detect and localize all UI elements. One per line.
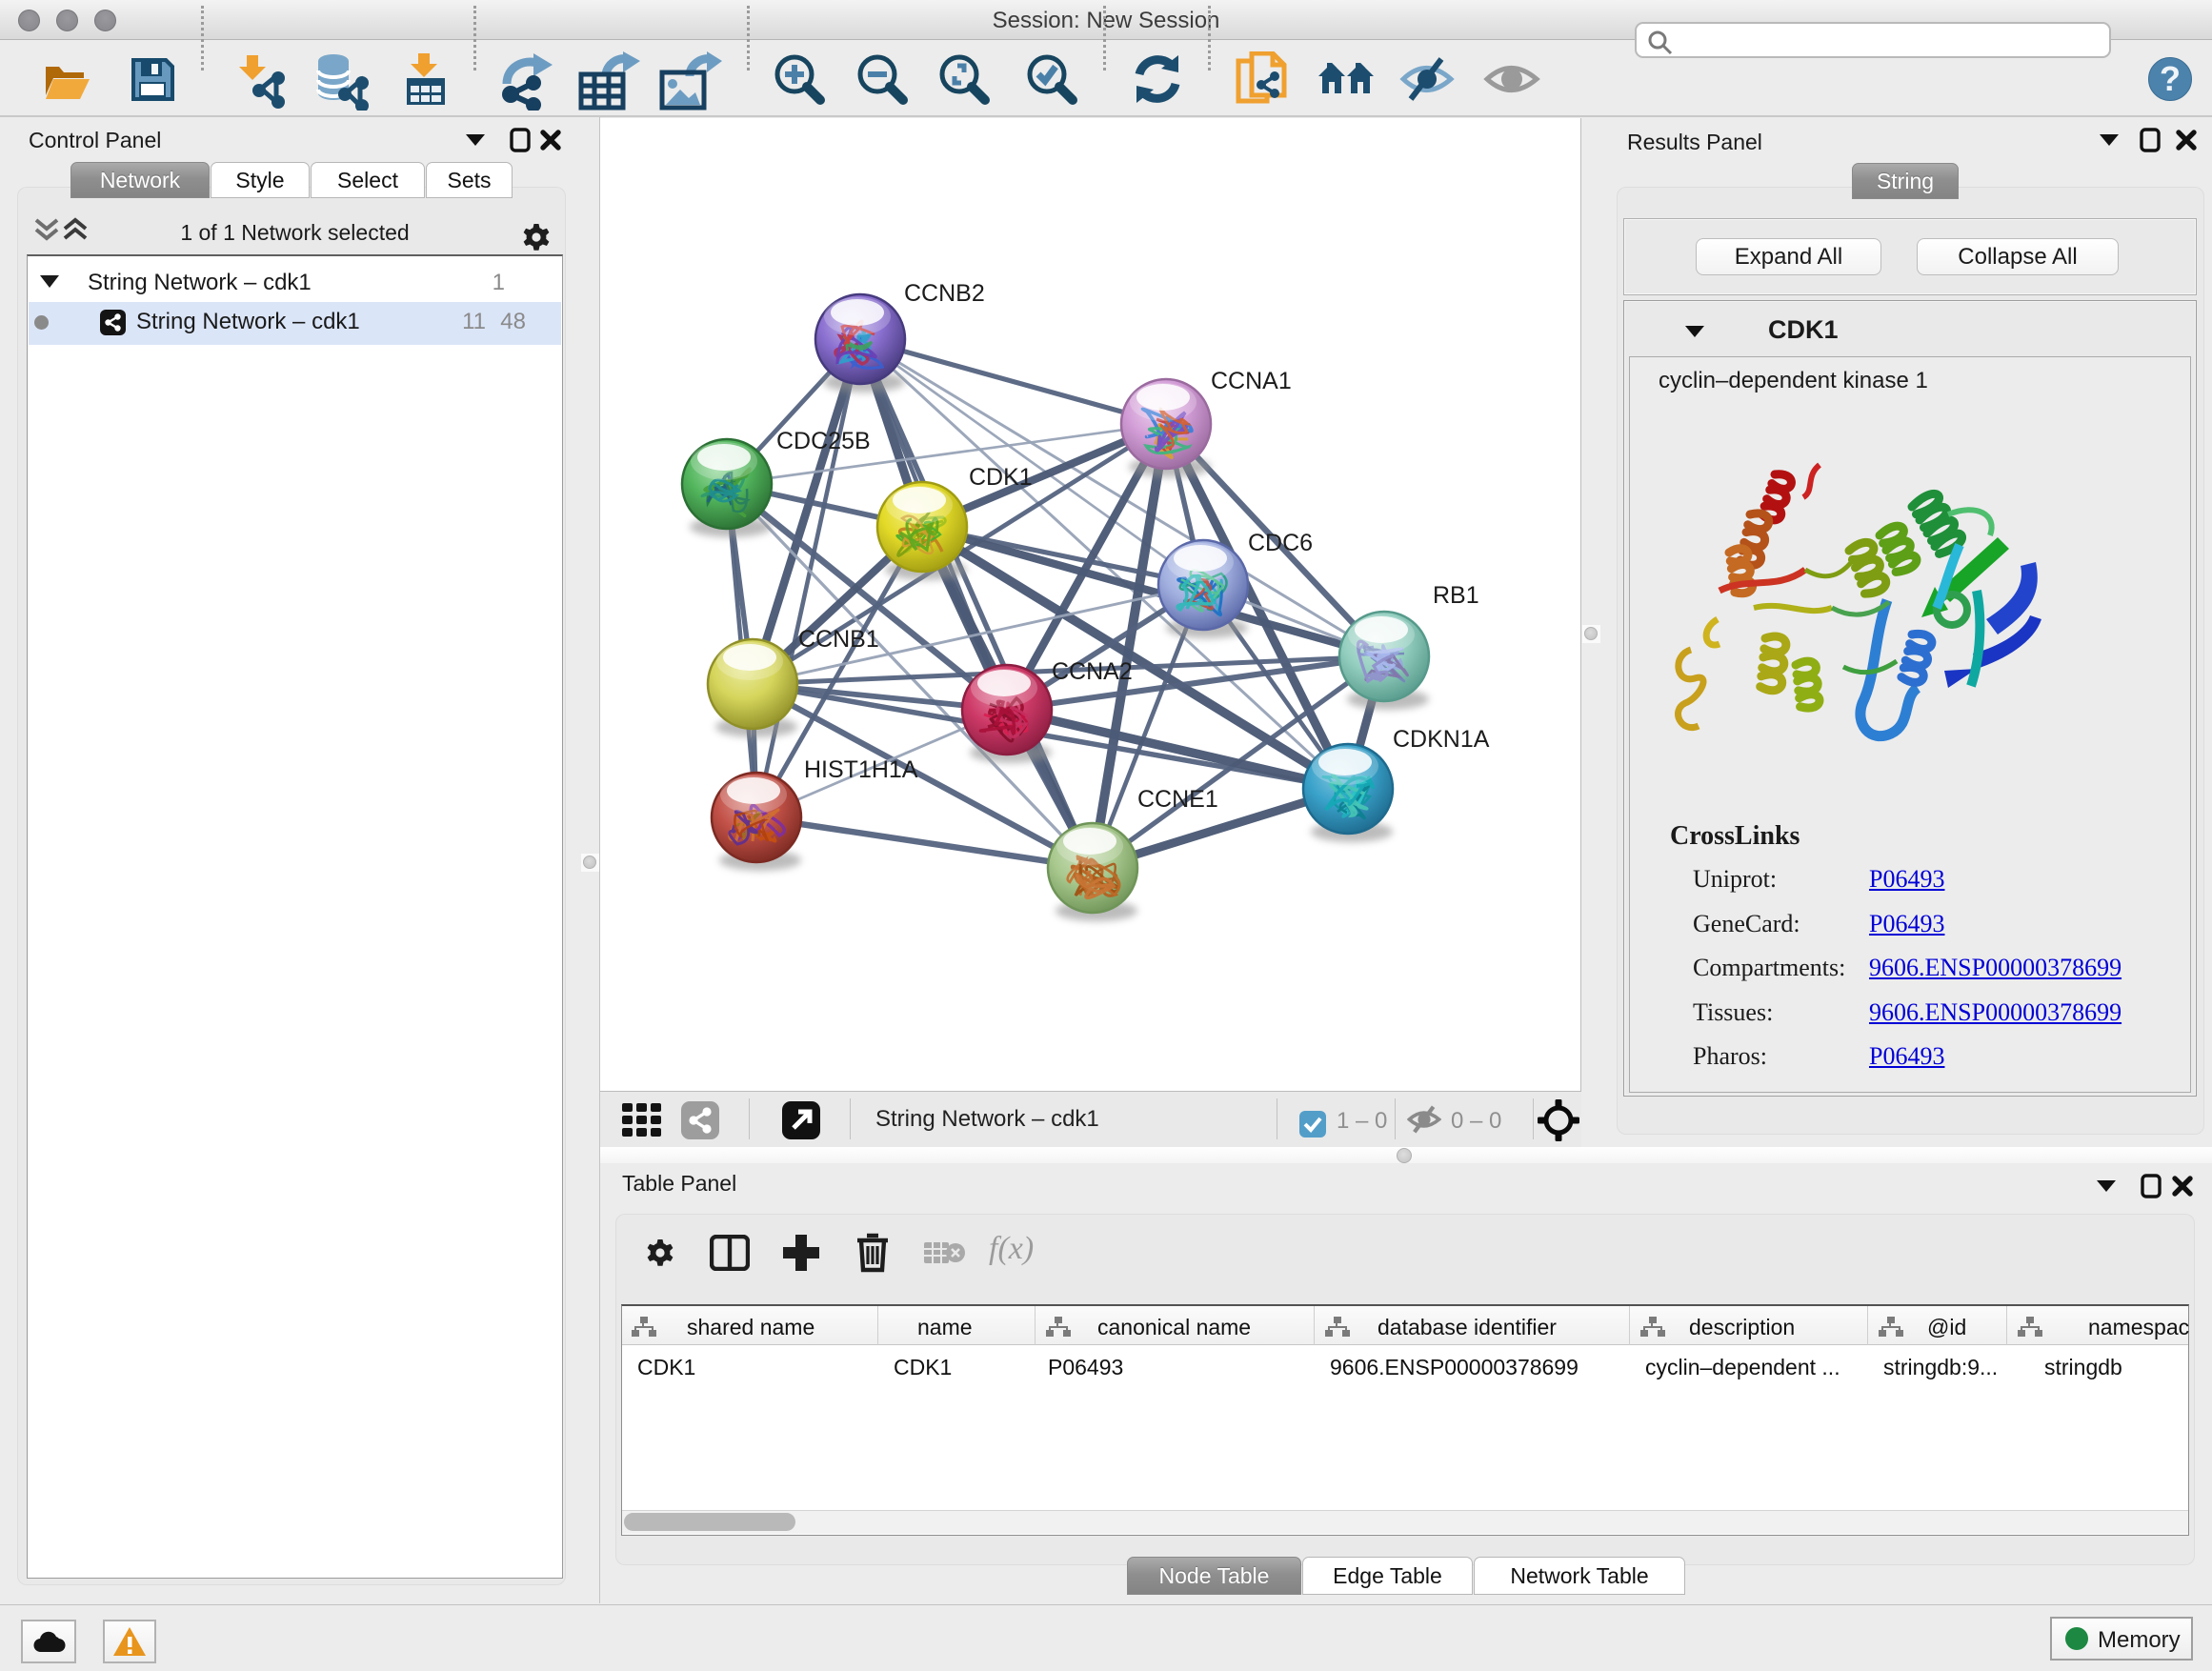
- svg-text:CDKN1A: CDKN1A: [1393, 726, 1490, 753]
- svg-text:CCNE1: CCNE1: [1137, 786, 1218, 813]
- svg-text:CDK1: CDK1: [969, 464, 1033, 491]
- svg-text:CCNA2: CCNA2: [1052, 658, 1133, 685]
- svg-text:CDC6: CDC6: [1248, 530, 1313, 556]
- svg-text:HIST1H1A: HIST1H1A: [804, 756, 918, 783]
- svg-text:RB1: RB1: [1433, 582, 1479, 609]
- svg-text:CDC25B: CDC25B: [776, 428, 871, 454]
- svg-text:CCNA1: CCNA1: [1211, 368, 1292, 394]
- svg-text:CCNB1: CCNB1: [798, 626, 879, 653]
- svg-text:CCNB2: CCNB2: [904, 280, 985, 307]
